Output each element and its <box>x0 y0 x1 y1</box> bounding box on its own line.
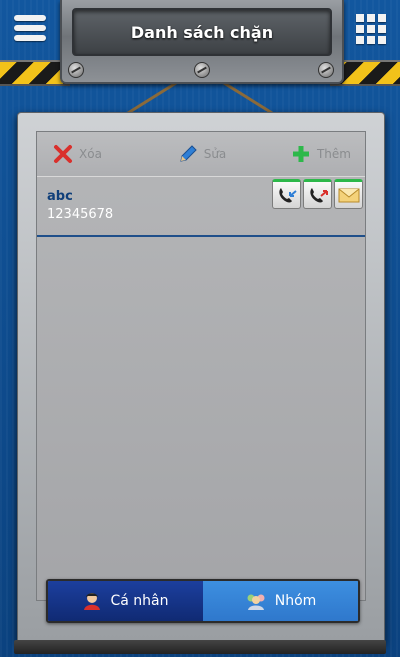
title-plate: Danh sách chặn <box>60 0 344 84</box>
delete-button[interactable]: Xóa <box>37 144 152 164</box>
incoming-call-block-icon[interactable] <box>272 179 301 209</box>
delete-label: Xóa <box>79 147 102 161</box>
entry-actions <box>272 179 363 209</box>
toolbar: Xóa Sửa Thêm <box>37 132 365 177</box>
page-title: Danh sách chặn <box>130 22 274 42</box>
person-icon <box>84 593 101 610</box>
entry-name: abc <box>47 189 73 204</box>
sms-block-icon[interactable] <box>334 179 363 209</box>
list-item[interactable]: abc 12345678 <box>37 177 365 237</box>
outgoing-call-block-icon[interactable] <box>303 179 332 209</box>
tab-group[interactable]: Nhóm <box>203 581 358 621</box>
app-grid-icon[interactable] <box>354 12 386 44</box>
entry-number: 12345678 <box>47 207 114 222</box>
title-box: Danh sách chặn <box>72 8 332 56</box>
pencil-icon <box>180 145 197 162</box>
tab-bar: Cá nhân Nhóm <box>46 579 360 623</box>
plus-icon <box>292 146 309 162</box>
group-icon <box>247 594 265 610</box>
edit-label: Sửa <box>203 147 227 161</box>
tab-group-label: Nhóm <box>274 593 317 609</box>
delete-x-icon <box>54 145 72 163</box>
bottom-edge <box>14 640 386 654</box>
edit-button[interactable]: Sửa <box>152 144 251 164</box>
screw-icon <box>68 62 84 78</box>
block-list-panel: Xóa Sửa Thêm abc 12345678 <box>36 131 366 601</box>
add-button[interactable]: Thêm <box>252 144 365 164</box>
add-label: Thêm <box>316 147 351 161</box>
content-frame: Xóa Sửa Thêm abc 12345678 Cá nhân Nhóm <box>17 112 385 644</box>
screw-icon <box>318 62 334 78</box>
screw-icon <box>194 62 210 78</box>
tab-personal-label: Cá nhân <box>110 593 169 609</box>
menu-icon[interactable] <box>14 12 46 44</box>
tab-personal[interactable]: Cá nhân <box>48 581 203 621</box>
